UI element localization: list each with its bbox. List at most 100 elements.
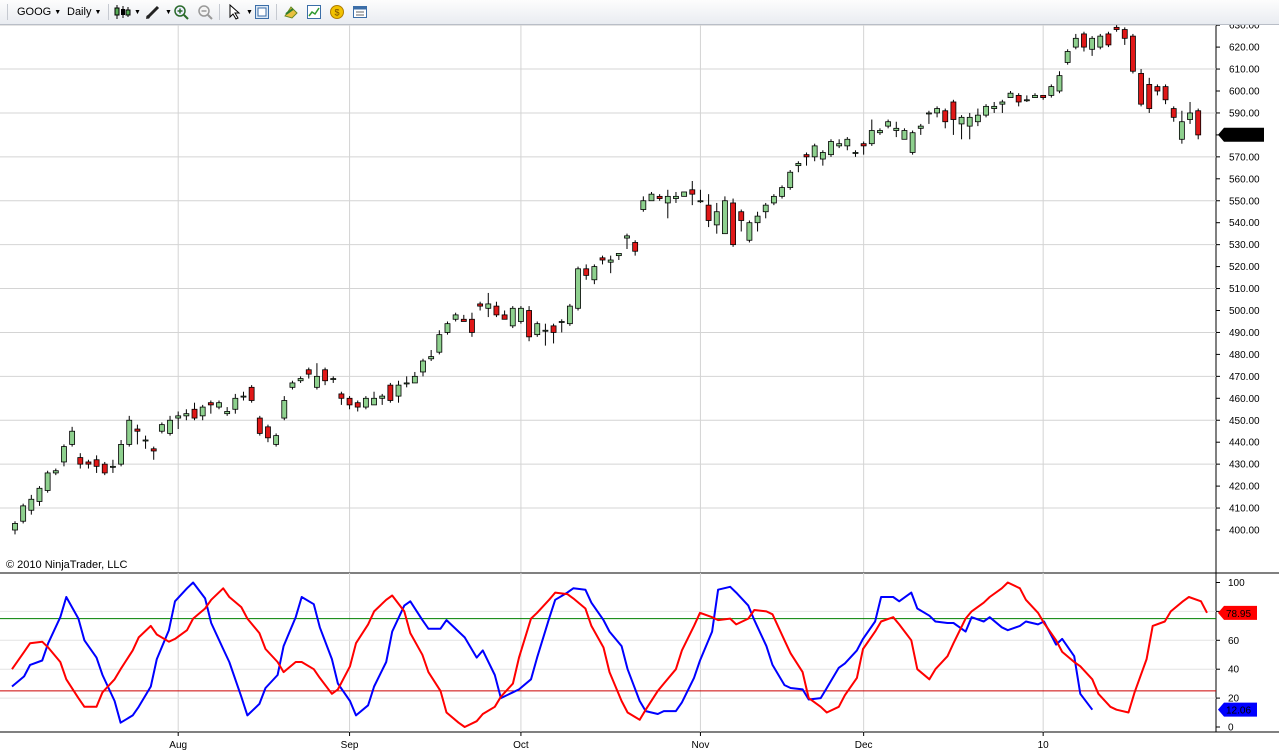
price-tick-label: 540.00	[1229, 218, 1260, 229]
chart-style-button[interactable]: ▼	[113, 3, 141, 21]
pointer-button[interactable]: ▼	[225, 3, 253, 21]
price-tick-label: 620.00	[1229, 43, 1260, 54]
candle	[36, 486, 43, 506]
candle	[1178, 110, 1185, 144]
x-tick-label: Sep	[341, 740, 359, 751]
candle-body	[885, 121, 892, 127]
zoom-in-button[interactable]	[172, 3, 190, 21]
candle-body	[1040, 94, 1047, 98]
price-tick-label: 420.00	[1229, 482, 1260, 493]
candle	[452, 312, 459, 322]
data-box-button[interactable]	[351, 3, 369, 21]
candle	[795, 161, 802, 173]
zoom-out-button[interactable]	[196, 3, 214, 21]
candle	[1097, 33, 1104, 50]
copyright-text: © 2010 NinjaTrader, LLC	[6, 559, 127, 571]
price-tick-label: 500.00	[1229, 306, 1260, 317]
strategy-icon	[284, 6, 298, 19]
candle	[705, 194, 712, 228]
candle	[150, 446, 157, 460]
drawing-tools-button[interactable]: ▼	[144, 3, 172, 21]
candle-body	[1089, 37, 1096, 50]
chevron-down-icon: ▼	[54, 8, 62, 16]
candle	[689, 180, 696, 206]
candle-body	[256, 417, 263, 434]
price-tick-label: 490.00	[1229, 328, 1260, 339]
candle	[256, 415, 263, 436]
chart-toolbar: GOOG ▼ Daily ▼ ▼ ▼ ▼ $	[0, 0, 1279, 25]
candle	[289, 380, 296, 390]
price-panel	[12, 25, 1202, 535]
candle	[917, 123, 924, 135]
candle-body	[183, 413, 190, 417]
candle-body	[542, 329, 549, 332]
candle-body	[305, 369, 312, 375]
candle-body	[436, 334, 443, 353]
candle	[167, 415, 173, 436]
candle-body	[199, 406, 206, 417]
candle	[893, 121, 900, 138]
price-tick-label: 570.00	[1229, 152, 1260, 163]
candle	[1064, 49, 1071, 65]
candle	[1032, 93, 1038, 98]
candle	[460, 314, 467, 322]
candle	[746, 220, 753, 243]
candle-body	[444, 323, 451, 333]
candle-body	[142, 439, 149, 442]
candle-body	[648, 193, 655, 202]
candle-body	[1064, 51, 1071, 63]
candle-body	[36, 487, 43, 502]
candle	[183, 409, 190, 421]
candle	[232, 393, 239, 414]
candle-body	[1048, 86, 1055, 96]
candle	[1105, 31, 1112, 48]
candle-body	[1162, 86, 1169, 101]
price-tick-label: 440.00	[1229, 438, 1260, 449]
candle-body	[1032, 94, 1038, 98]
candle-body	[762, 204, 769, 213]
chevron-down-icon: ▼	[165, 8, 172, 16]
candle	[158, 422, 165, 434]
candle	[379, 393, 386, 405]
candle	[428, 350, 435, 361]
candle-body	[338, 393, 345, 399]
price-tick-label: 630.00	[1229, 25, 1260, 32]
candle	[224, 407, 231, 416]
candle	[110, 459, 116, 473]
analyzer-button[interactable]	[305, 3, 323, 21]
candle	[12, 521, 18, 535]
strategy-button[interactable]	[282, 3, 300, 21]
interval-selector[interactable]: Daily ▼	[67, 3, 101, 21]
properties-button[interactable]	[253, 3, 271, 21]
candle	[281, 396, 288, 421]
candle-body	[52, 470, 59, 474]
chart-area[interactable]: Aug Sep Oct Nov Dec 10 400.00 410.00 420.00 430.0…	[0, 25, 1279, 753]
candle-body	[844, 138, 851, 147]
price-tick-label: 610.00	[1229, 65, 1260, 76]
price-tick-label: 590.00	[1229, 108, 1260, 119]
candle-body	[950, 101, 957, 120]
candle-body	[322, 369, 328, 382]
pencil-icon	[144, 3, 162, 21]
price-tick-label: 470.00	[1229, 372, 1260, 383]
candle-body	[232, 397, 239, 410]
instrument-label: GOOG	[17, 6, 52, 18]
candle	[1187, 101, 1193, 124]
price-tick-label: 480.00	[1229, 350, 1260, 361]
candle-body	[632, 242, 639, 252]
candle	[77, 453, 84, 469]
candle-body	[69, 430, 76, 445]
candle-body	[1187, 112, 1193, 120]
candle	[126, 415, 133, 447]
candle-body	[469, 318, 475, 333]
candle-body	[1081, 33, 1087, 48]
candle	[322, 367, 328, 386]
instrument-selector[interactable]: GOOG ▼	[17, 3, 61, 21]
candle-body	[958, 116, 965, 125]
candle-body	[779, 187, 785, 197]
candle-body	[93, 459, 100, 467]
candle	[991, 101, 998, 113]
candle	[664, 189, 671, 219]
coin-button[interactable]: $	[328, 3, 346, 21]
candle-body	[893, 127, 900, 131]
